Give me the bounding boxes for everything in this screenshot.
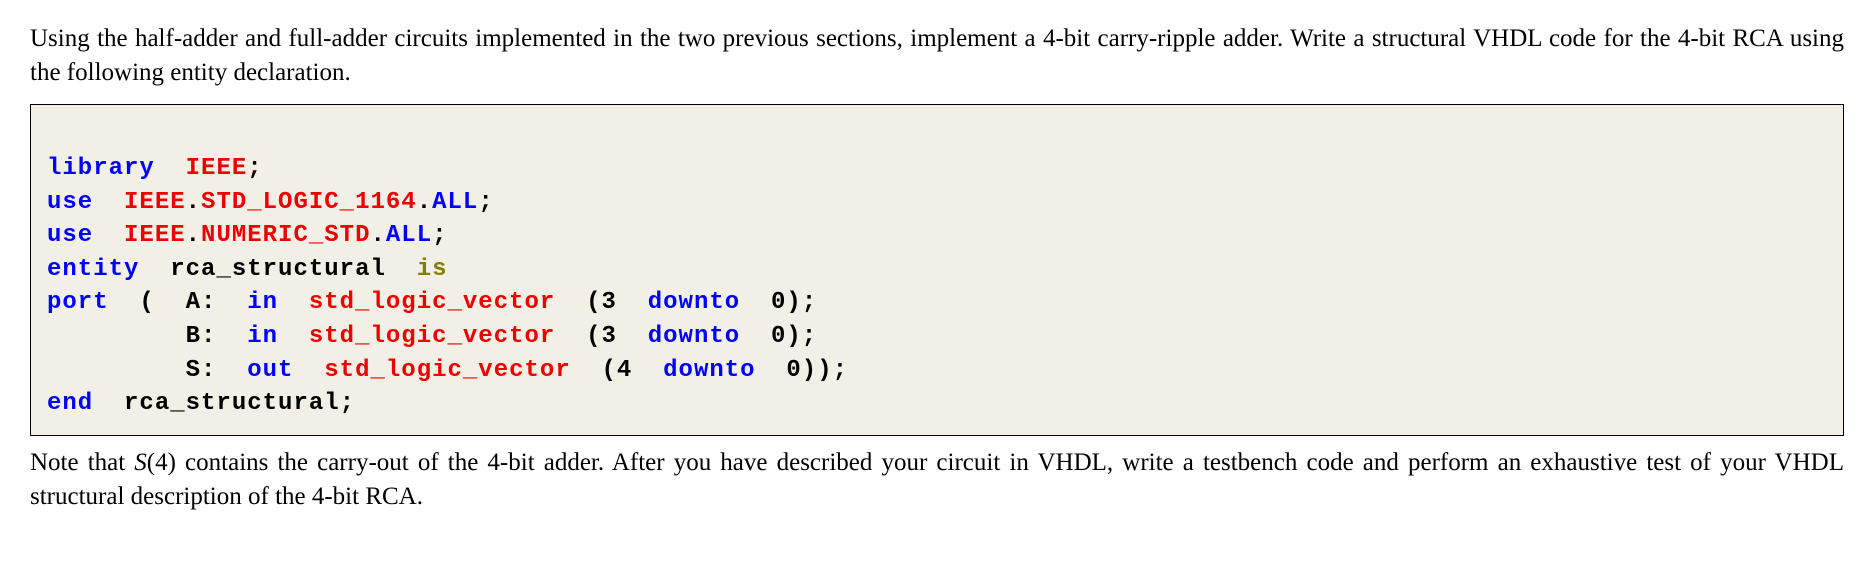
outro-paragraph: Note that S(4) contains the carry-out of… bbox=[30, 446, 1844, 514]
space bbox=[278, 289, 309, 316]
space bbox=[740, 323, 771, 350]
space bbox=[555, 323, 586, 350]
dot: . bbox=[186, 222, 201, 249]
kw-slv: std_logic_vector bbox=[309, 289, 555, 316]
dot: . bbox=[417, 189, 432, 216]
space bbox=[109, 289, 140, 316]
kw-use: use bbox=[47, 222, 93, 249]
kw-all: ALL bbox=[386, 222, 432, 249]
space bbox=[216, 323, 247, 350]
kw-in: in bbox=[247, 323, 278, 350]
space bbox=[293, 357, 324, 384]
range1: (3 bbox=[586, 323, 617, 350]
kw-ieee: IEEE bbox=[124, 222, 186, 249]
space bbox=[617, 289, 648, 316]
kw-port: port bbox=[47, 289, 109, 316]
entity-name: rca_structural bbox=[124, 390, 340, 417]
space bbox=[571, 357, 602, 384]
code-empty-line bbox=[47, 119, 1827, 153]
outro-rest: (4) contains the carry-out of the 4-bit … bbox=[30, 449, 1844, 510]
kw-slv: std_logic_vector bbox=[324, 357, 570, 384]
kw-stdlogic: STD_LOGIC_1164 bbox=[201, 189, 417, 216]
semi: ; bbox=[247, 155, 262, 182]
space bbox=[216, 289, 247, 316]
code-line-8: end rca_structural; bbox=[47, 387, 1827, 421]
entity-name: rca_structural bbox=[170, 256, 386, 283]
space bbox=[740, 289, 771, 316]
kw-end: end bbox=[47, 390, 93, 417]
paren-a: ( A: bbox=[139, 289, 216, 316]
semi: ; bbox=[478, 189, 493, 216]
code-line-1: library IEEE; bbox=[47, 152, 1827, 186]
code-block: library IEEE; use IEEE.STD_LOGIC_1164.AL… bbox=[30, 104, 1844, 436]
kw-downto: downto bbox=[648, 289, 740, 316]
kw-use: use bbox=[47, 189, 93, 216]
kw-slv: std_logic_vector bbox=[309, 323, 555, 350]
range2: 0)); bbox=[786, 357, 848, 384]
outro-s: S bbox=[134, 449, 147, 476]
semi: ; bbox=[340, 390, 355, 417]
kw-library: library bbox=[47, 155, 155, 182]
code-line-2: use IEEE.STD_LOGIC_1164.ALL; bbox=[47, 186, 1827, 220]
kw-downto: downto bbox=[648, 323, 740, 350]
space bbox=[278, 323, 309, 350]
code-line-7: S: out std_logic_vector (4 downto 0)); bbox=[47, 354, 1827, 388]
space bbox=[632, 357, 663, 384]
range2: 0); bbox=[771, 289, 817, 316]
kw-numeric: NUMERIC_STD bbox=[201, 222, 370, 249]
range1: (4 bbox=[602, 357, 633, 384]
dot: . bbox=[370, 222, 385, 249]
space bbox=[617, 323, 648, 350]
space bbox=[555, 289, 586, 316]
code-line-3: use IEEE.NUMERIC_STD.ALL; bbox=[47, 219, 1827, 253]
space bbox=[93, 189, 124, 216]
space bbox=[386, 256, 417, 283]
kw-is: is bbox=[417, 256, 448, 283]
space bbox=[756, 357, 787, 384]
space bbox=[216, 357, 247, 384]
space bbox=[155, 155, 186, 182]
space bbox=[139, 256, 170, 283]
kw-out: out bbox=[247, 357, 293, 384]
space bbox=[93, 222, 124, 249]
kw-all: ALL bbox=[432, 189, 478, 216]
range2: 0); bbox=[771, 323, 817, 350]
dot: . bbox=[186, 189, 201, 216]
code-line-4: entity rca_structural is bbox=[47, 253, 1827, 287]
code-line-6: B: in std_logic_vector (3 downto 0); bbox=[47, 320, 1827, 354]
code-line-5: port ( A: in std_logic_vector (3 downto … bbox=[47, 286, 1827, 320]
semi: ; bbox=[432, 222, 447, 249]
indent-s: S: bbox=[47, 357, 216, 384]
intro-paragraph: Using the half-adder and full-adder circ… bbox=[30, 22, 1844, 90]
kw-ieee: IEEE bbox=[186, 155, 248, 182]
kw-ieee: IEEE bbox=[124, 189, 186, 216]
space bbox=[93, 390, 124, 417]
kw-downto: downto bbox=[663, 357, 755, 384]
kw-in: in bbox=[247, 289, 278, 316]
range1: (3 bbox=[586, 289, 617, 316]
kw-entity: entity bbox=[47, 256, 139, 283]
indent-b: B: bbox=[47, 323, 216, 350]
outro-before: Note that bbox=[30, 449, 134, 476]
